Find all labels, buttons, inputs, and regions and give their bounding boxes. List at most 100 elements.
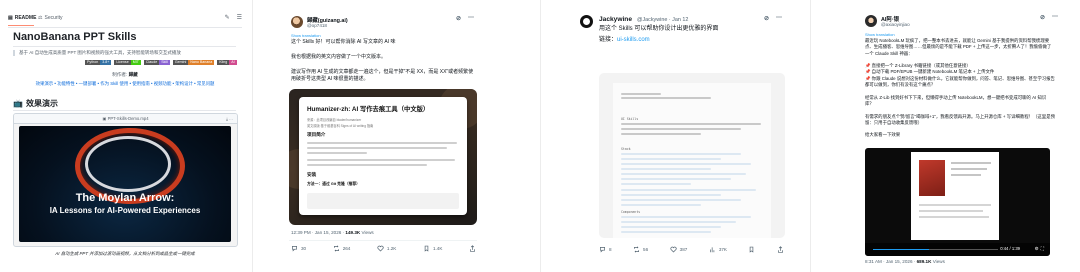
video-player[interactable]: 0:44 / 1:39 ⚙⛶ bbox=[865, 148, 1050, 256]
retweet-button[interactable]: 264 bbox=[333, 245, 350, 252]
tweet-timestamp[interactable]: 8:31 AM · Jan 15, 2026 · bbox=[865, 259, 917, 264]
edit-icon[interactable]: ✎ bbox=[225, 14, 230, 21]
share-button[interactable] bbox=[469, 245, 476, 252]
badge[interactable]: Gemini Nano Banana bbox=[172, 60, 215, 65]
readme-description: 基于 AI 自动生成高质量 PPT 图片和视频的强大工具，支持智能转场和交互式播… bbox=[13, 50, 243, 56]
reply-count: 8 bbox=[609, 247, 612, 252]
active-tab-indicator bbox=[8, 25, 34, 26]
link-label: 链接： bbox=[599, 37, 618, 43]
readme-tabs: ▤ README ⚖ Security ✎ ☰ bbox=[8, 12, 242, 26]
grok-icon[interactable]: ⊘ bbox=[1040, 14, 1045, 21]
book-cover bbox=[919, 160, 945, 196]
text-line bbox=[621, 123, 761, 125]
text-line bbox=[307, 159, 455, 161]
tweet-card: 歸藏(guizang.ai) @op7418 ⊘ ⋯ Show translat… bbox=[278, 0, 480, 272]
bookmark-button[interactable] bbox=[748, 246, 755, 253]
author-handle[interactable]: @op7418 bbox=[307, 23, 327, 28]
retweet-button[interactable]: 56 bbox=[633, 246, 648, 253]
divider bbox=[289, 240, 477, 241]
text-line bbox=[951, 174, 981, 176]
tweet-image[interactable]: Humanizer-zh: AI 写作去痕工具（中文版） 来源：此项目改编自 b… bbox=[289, 89, 477, 225]
show-translation-link[interactable]: Show translation bbox=[865, 32, 895, 37]
tweet-actions: 30 264 1.2K 1.4K bbox=[291, 245, 476, 252]
readme-panel: ▤ README ⚖ Security ✎ ☰ NanoBanana PPT S… bbox=[0, 0, 250, 272]
document-title: Humanizer-zh: AI 写作去痕工具（中文版） bbox=[307, 106, 430, 113]
tweet-link[interactable]: ui-skills.com bbox=[617, 37, 650, 43]
heart-icon bbox=[377, 245, 384, 252]
author-handle[interactable]: @axiaoyinjiao bbox=[881, 22, 910, 27]
document-heading: 安装 bbox=[307, 172, 317, 177]
readme-nav-links[interactable]: 效果演示 • 功能特性 • 一键部署 • 作为 Skill 使用 • 使用指南 … bbox=[8, 81, 242, 87]
tab-readme[interactable]: ▤ README bbox=[8, 15, 36, 21]
avatar[interactable] bbox=[291, 16, 303, 28]
readme-tools: ✎ ☰ bbox=[225, 14, 242, 21]
document-screenshot: Humanizer-zh: AI 写作去痕工具（中文版） 来源：此项目改编自 b… bbox=[299, 97, 467, 215]
slide-subtitle: IA Lessons for AI-Powered Experiences bbox=[49, 206, 201, 215]
doc-label: UI Skills bbox=[621, 117, 639, 121]
text-line bbox=[919, 204, 991, 206]
badge-value: AI bbox=[229, 60, 237, 65]
reply-button[interactable]: 30 bbox=[291, 245, 306, 252]
like-button[interactable]: 1.2K bbox=[377, 245, 396, 252]
video-preview[interactable]: The Moylan Arrow: IA Lessons for AI-Powe… bbox=[19, 126, 231, 242]
badge[interactable]: Kling AI bbox=[217, 60, 237, 65]
tweet-text: 最近玩 NotebookLM 玩疯了，把一整本书丢进去，就能让 Gemini 基… bbox=[865, 38, 1055, 138]
divider bbox=[13, 110, 236, 111]
more-icon[interactable]: ⋯ bbox=[1052, 13, 1058, 20]
badge-value: Nano Banana bbox=[188, 60, 215, 65]
reply-button[interactable]: 8 bbox=[599, 246, 612, 253]
chart-icon bbox=[709, 247, 715, 253]
views-label: Views bbox=[932, 259, 945, 264]
text-line bbox=[621, 168, 711, 170]
author-name[interactable]: Jackywine bbox=[599, 16, 632, 23]
file-icon: ▣ bbox=[102, 116, 107, 121]
bookmark-icon bbox=[750, 246, 754, 253]
document-source: 来源：此项目改编自 blader/humanizer bbox=[307, 118, 362, 122]
text-line bbox=[621, 93, 661, 95]
text-line bbox=[307, 142, 457, 144]
retweet-icon bbox=[634, 246, 639, 253]
like-button[interactable]: 387 bbox=[670, 246, 688, 253]
video-buttons[interactable]: ⚙⛶ bbox=[1035, 246, 1046, 252]
view-count: 37K bbox=[718, 247, 727, 252]
scale-icon: ⚖ bbox=[38, 15, 43, 21]
video-controls: 0:44 / 1:39 ⚙⛶ bbox=[865, 243, 1050, 256]
outline-icon[interactable]: ☰ bbox=[237, 14, 242, 21]
text-line bbox=[951, 162, 991, 164]
show-translation-link[interactable]: Show translation bbox=[291, 33, 321, 38]
tab-security[interactable]: ⚖ Security bbox=[38, 15, 63, 21]
heart-icon bbox=[670, 246, 677, 253]
tweet-text: 用这个 Skills 可以帮助你设计出更优雅的界面 bbox=[599, 26, 719, 32]
more-icon[interactable]: ⋯ bbox=[468, 14, 474, 21]
badge-key: Kling bbox=[217, 60, 230, 65]
author-name[interactable]: 歸藏 bbox=[129, 72, 138, 77]
video-time: 0:44 / 1:39 bbox=[1000, 246, 1020, 251]
divider bbox=[252, 0, 253, 272]
video-progress[interactable] bbox=[873, 249, 998, 251]
text-line bbox=[621, 183, 691, 185]
tweet-actions: 8 56 387 37K bbox=[599, 246, 784, 253]
bookmark-button[interactable]: 1.4K bbox=[423, 245, 442, 252]
text-line bbox=[621, 226, 721, 228]
grok-icon[interactable]: ⊘ bbox=[456, 15, 461, 22]
text-line bbox=[307, 152, 367, 154]
reply-count: 30 bbox=[301, 246, 307, 251]
avatar[interactable] bbox=[865, 15, 877, 27]
video-caption: AI 自动生成 PPT 并添加过渡动画视频，从文档分析到成品生成一键完成 bbox=[55, 251, 195, 256]
more-icon[interactable]: ⋯ bbox=[776, 14, 782, 21]
tweet-timestamp[interactable]: 12:39 PM · Jan 15, 2026 · bbox=[291, 230, 345, 235]
tweet-image[interactable]: UI Skills Stack Components bbox=[599, 73, 785, 238]
author-handle[interactable]: @Jackywine · Jan 12 bbox=[637, 17, 688, 23]
video-tools[interactable]: ⤓ ⋯ bbox=[226, 116, 233, 121]
avatar-face bbox=[583, 18, 590, 25]
video-embed[interactable]: ▣ PPT-Skills-Demo.mp4 ⤓ ⋯ The Moylan Arr… bbox=[13, 113, 238, 247]
avatar[interactable] bbox=[580, 15, 593, 28]
badge[interactable]: Python 3.8+ bbox=[85, 60, 112, 65]
divider bbox=[8, 27, 242, 28]
badge[interactable]: License MIT bbox=[114, 60, 141, 65]
views-button[interactable]: 37K bbox=[709, 246, 727, 253]
grok-icon[interactable]: ⊘ bbox=[764, 15, 769, 22]
badge[interactable]: Claude Skill bbox=[143, 60, 170, 65]
like-count: 387 bbox=[679, 247, 688, 252]
share-button[interactable] bbox=[777, 246, 784, 253]
